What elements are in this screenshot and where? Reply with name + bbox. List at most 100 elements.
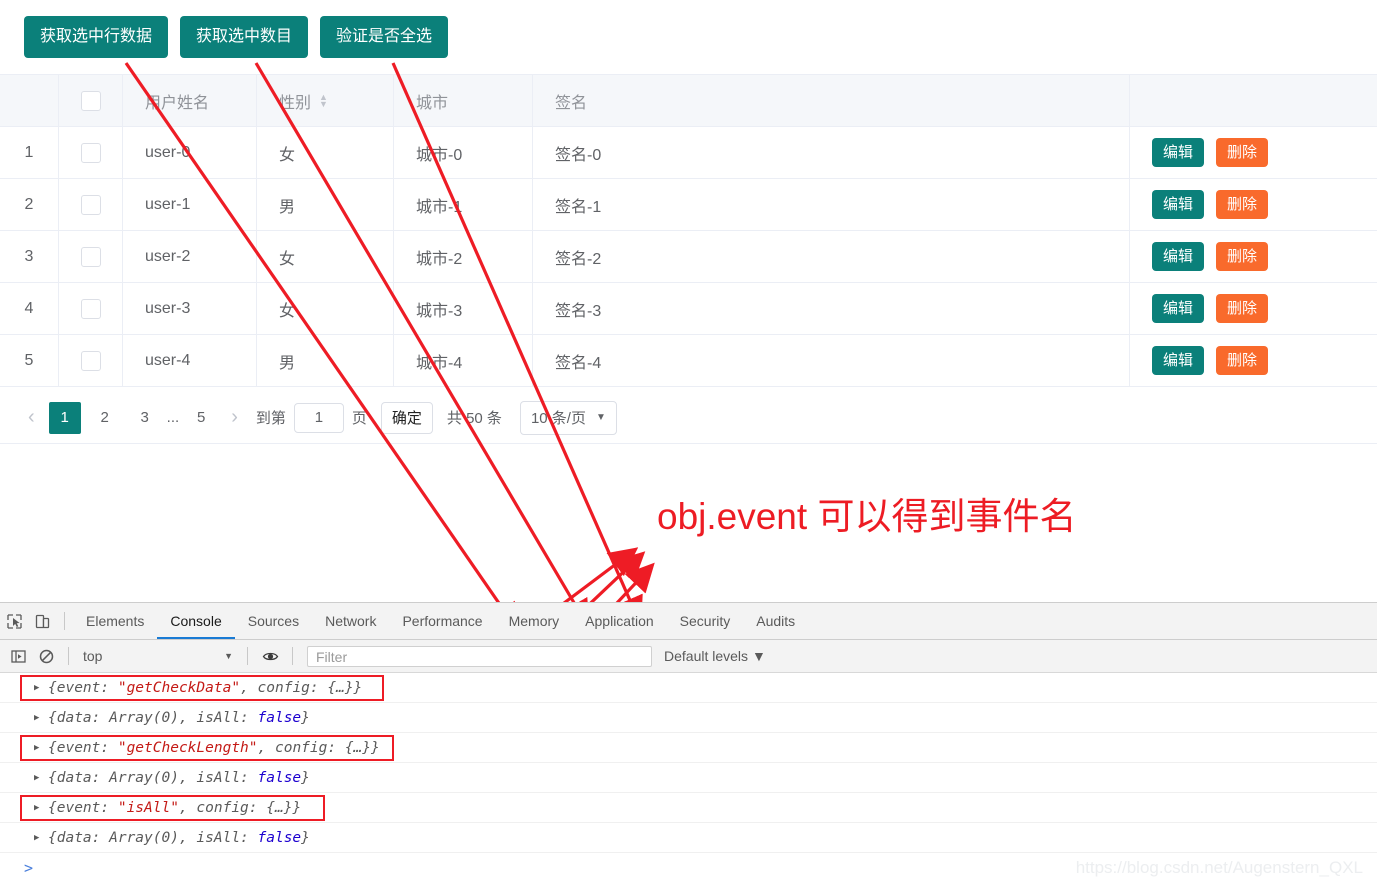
table-row: 2 user-1 男城市-1 签名-1 编辑 删除 [0, 179, 1377, 231]
execution-context-value: top [83, 648, 103, 664]
expand-arrow-icon[interactable]: ▶ [34, 713, 39, 723]
console-filter-input[interactable]: Filter [307, 645, 652, 667]
highlight-box [20, 795, 325, 821]
console-log-entry[interactable]: ▶ {event: "isAll", config: {…}} [0, 793, 1377, 823]
row-select-cell[interactable] [58, 179, 123, 230]
eye-icon[interactable] [256, 644, 284, 668]
delete-button[interactable]: 删除 [1216, 294, 1269, 323]
watermark: https://blog.csdn.net/Augenstern_QXL [1075, 858, 1363, 877]
prev-page-button[interactable]: ‹ [18, 406, 45, 429]
table-row: 4 user-3 女城市-3 签名-3 编辑 删除 [0, 283, 1377, 335]
edit-button[interactable]: 编辑 [1152, 294, 1205, 323]
select-all-checkbox[interactable] [80, 90, 101, 111]
get-check-length-button[interactable]: 获取选中数目 [180, 16, 309, 58]
console-log-entry[interactable]: ▶ {data: Array(0), isAll: false} [0, 823, 1377, 853]
row-checkbox[interactable] [80, 194, 101, 215]
tab-application[interactable]: Application [572, 603, 667, 639]
app-page: 获取选中行数据 获取选中数目 验证是否全选 用户姓名 性别 ▲ ▼ 城市 签名 1… [0, 0, 1377, 602]
tab-elements[interactable]: Elements [73, 603, 157, 639]
total-count-label: 共 50 条 [446, 410, 502, 427]
page-ellipsis: ... [166, 409, 180, 426]
row-index: 5 [24, 351, 34, 369]
cell-gender: 女 [257, 283, 394, 334]
edit-button[interactable]: 编辑 [1152, 138, 1205, 167]
delete-button[interactable]: 删除 [1216, 346, 1269, 375]
row-select-cell[interactable] [58, 335, 123, 386]
goto-page-input[interactable] [293, 402, 344, 433]
cell-gender: 女 [257, 127, 394, 178]
cell-username: user-2 [123, 231, 257, 282]
goto-label: 到第 [255, 410, 286, 427]
row-checkbox[interactable] [80, 298, 101, 319]
chevron-down-icon: ▼ [224, 651, 233, 661]
is-all-button[interactable]: 验证是否全选 [320, 16, 449, 58]
console-log-entry[interactable]: ▶ {event: "getCheckLength", config: {…}} [0, 733, 1377, 763]
cell-signature: 签名-0 [533, 127, 1130, 178]
console-sidebar-icon[interactable] [4, 644, 32, 668]
action-toolbar: 获取选中行数据 获取选中数目 验证是否全选 [0, 0, 1377, 75]
page-button-last[interactable]: 5 [185, 402, 217, 434]
console-log-entry[interactable]: ▶ {data: Array(0), isAll: false} [0, 763, 1377, 793]
delete-button[interactable]: 删除 [1216, 190, 1269, 219]
tab-performance[interactable]: Performance [389, 603, 495, 639]
row-index: 2 [24, 195, 34, 213]
row-checkbox[interactable] [80, 350, 101, 371]
console-log-entry[interactable]: ▶ {event: "getCheckData", config: {…}} [0, 673, 1377, 703]
cell-city: 城市-1 [394, 179, 533, 230]
tab-security[interactable]: Security [667, 603, 744, 639]
cell-operations: 编辑 删除 [1130, 179, 1377, 230]
confirm-page-button[interactable]: 确定 [380, 401, 433, 434]
clear-console-icon[interactable] [32, 644, 60, 668]
cell-city: 城市-4 [394, 335, 533, 386]
page-button-2[interactable]: 2 [89, 402, 121, 434]
delete-button[interactable]: 删除 [1216, 242, 1269, 271]
console-toolbar-divider-3 [292, 647, 293, 665]
header-city: 城市 [394, 75, 533, 126]
row-checkbox[interactable] [80, 246, 101, 267]
pagination: ‹ 1 2 3 ... 5 › 到第 页 确定 共 50 条 10 条/页 ▼ [0, 392, 1377, 444]
tab-console[interactable]: Console [157, 603, 235, 639]
cell-gender: 男 [257, 335, 394, 386]
row-select-cell[interactable] [58, 231, 123, 282]
console-log-text: {data: Array(0), isAll: false} [48, 829, 310, 846]
header-gender[interactable]: 性别 ▲ ▼ [257, 75, 394, 126]
cell-city: 城市-0 [394, 127, 533, 178]
get-check-data-button[interactable]: 获取选中行数据 [24, 16, 169, 58]
edit-button[interactable]: 编辑 [1152, 242, 1205, 271]
cell-city: 城市-2 [394, 231, 533, 282]
tab-memory[interactable]: Memory [496, 603, 573, 639]
row-checkbox[interactable] [80, 142, 101, 163]
table-header-row: 用户姓名 性别 ▲ ▼ 城市 签名 [0, 75, 1377, 127]
delete-button[interactable]: 删除 [1216, 138, 1269, 167]
sort-icon[interactable]: ▲ ▼ [319, 92, 328, 108]
tab-audits[interactable]: Audits [743, 603, 808, 639]
console-toolbar-divider-1 [68, 647, 69, 665]
cell-signature: 签名-4 [533, 335, 1130, 386]
page-button-1[interactable]: 1 [48, 401, 81, 434]
annotation-text: obj.event 可以得到事件名 [657, 496, 1077, 537]
cell-username: user-1 [123, 179, 257, 230]
inspect-element-icon[interactable] [0, 609, 28, 633]
row-select-cell[interactable] [58, 127, 123, 178]
highlight-box [20, 735, 394, 761]
header-username: 用户姓名 [123, 75, 257, 126]
edit-button[interactable]: 编辑 [1152, 190, 1205, 219]
console-log-entry[interactable]: ▶ {data: Array(0), isAll: false} [0, 703, 1377, 733]
header-gender-label: 性别 [279, 94, 312, 112]
expand-arrow-icon[interactable]: ▶ [34, 833, 39, 843]
expand-arrow-icon[interactable]: ▶ [34, 773, 39, 783]
next-page-button[interactable]: › [221, 406, 248, 429]
console-toolbar: top ▼ Filter Default levels ▼ [0, 640, 1377, 673]
log-levels-select[interactable]: Default levels ▼ [664, 648, 766, 664]
header-select-all-cell[interactable] [58, 75, 123, 126]
device-toolbar-icon[interactable] [28, 609, 56, 633]
cell-username: user-4 [123, 335, 257, 386]
tab-network[interactable]: Network [312, 603, 389, 639]
row-select-cell[interactable] [58, 283, 123, 334]
page-unit-label: 页 [351, 410, 367, 427]
page-size-select[interactable]: 10 条/页 ▼ [519, 400, 617, 435]
execution-context-select[interactable]: top ▼ [77, 648, 239, 664]
edit-button[interactable]: 编辑 [1152, 346, 1205, 375]
tab-sources[interactable]: Sources [235, 603, 312, 639]
page-button-3[interactable]: 3 [129, 402, 161, 434]
